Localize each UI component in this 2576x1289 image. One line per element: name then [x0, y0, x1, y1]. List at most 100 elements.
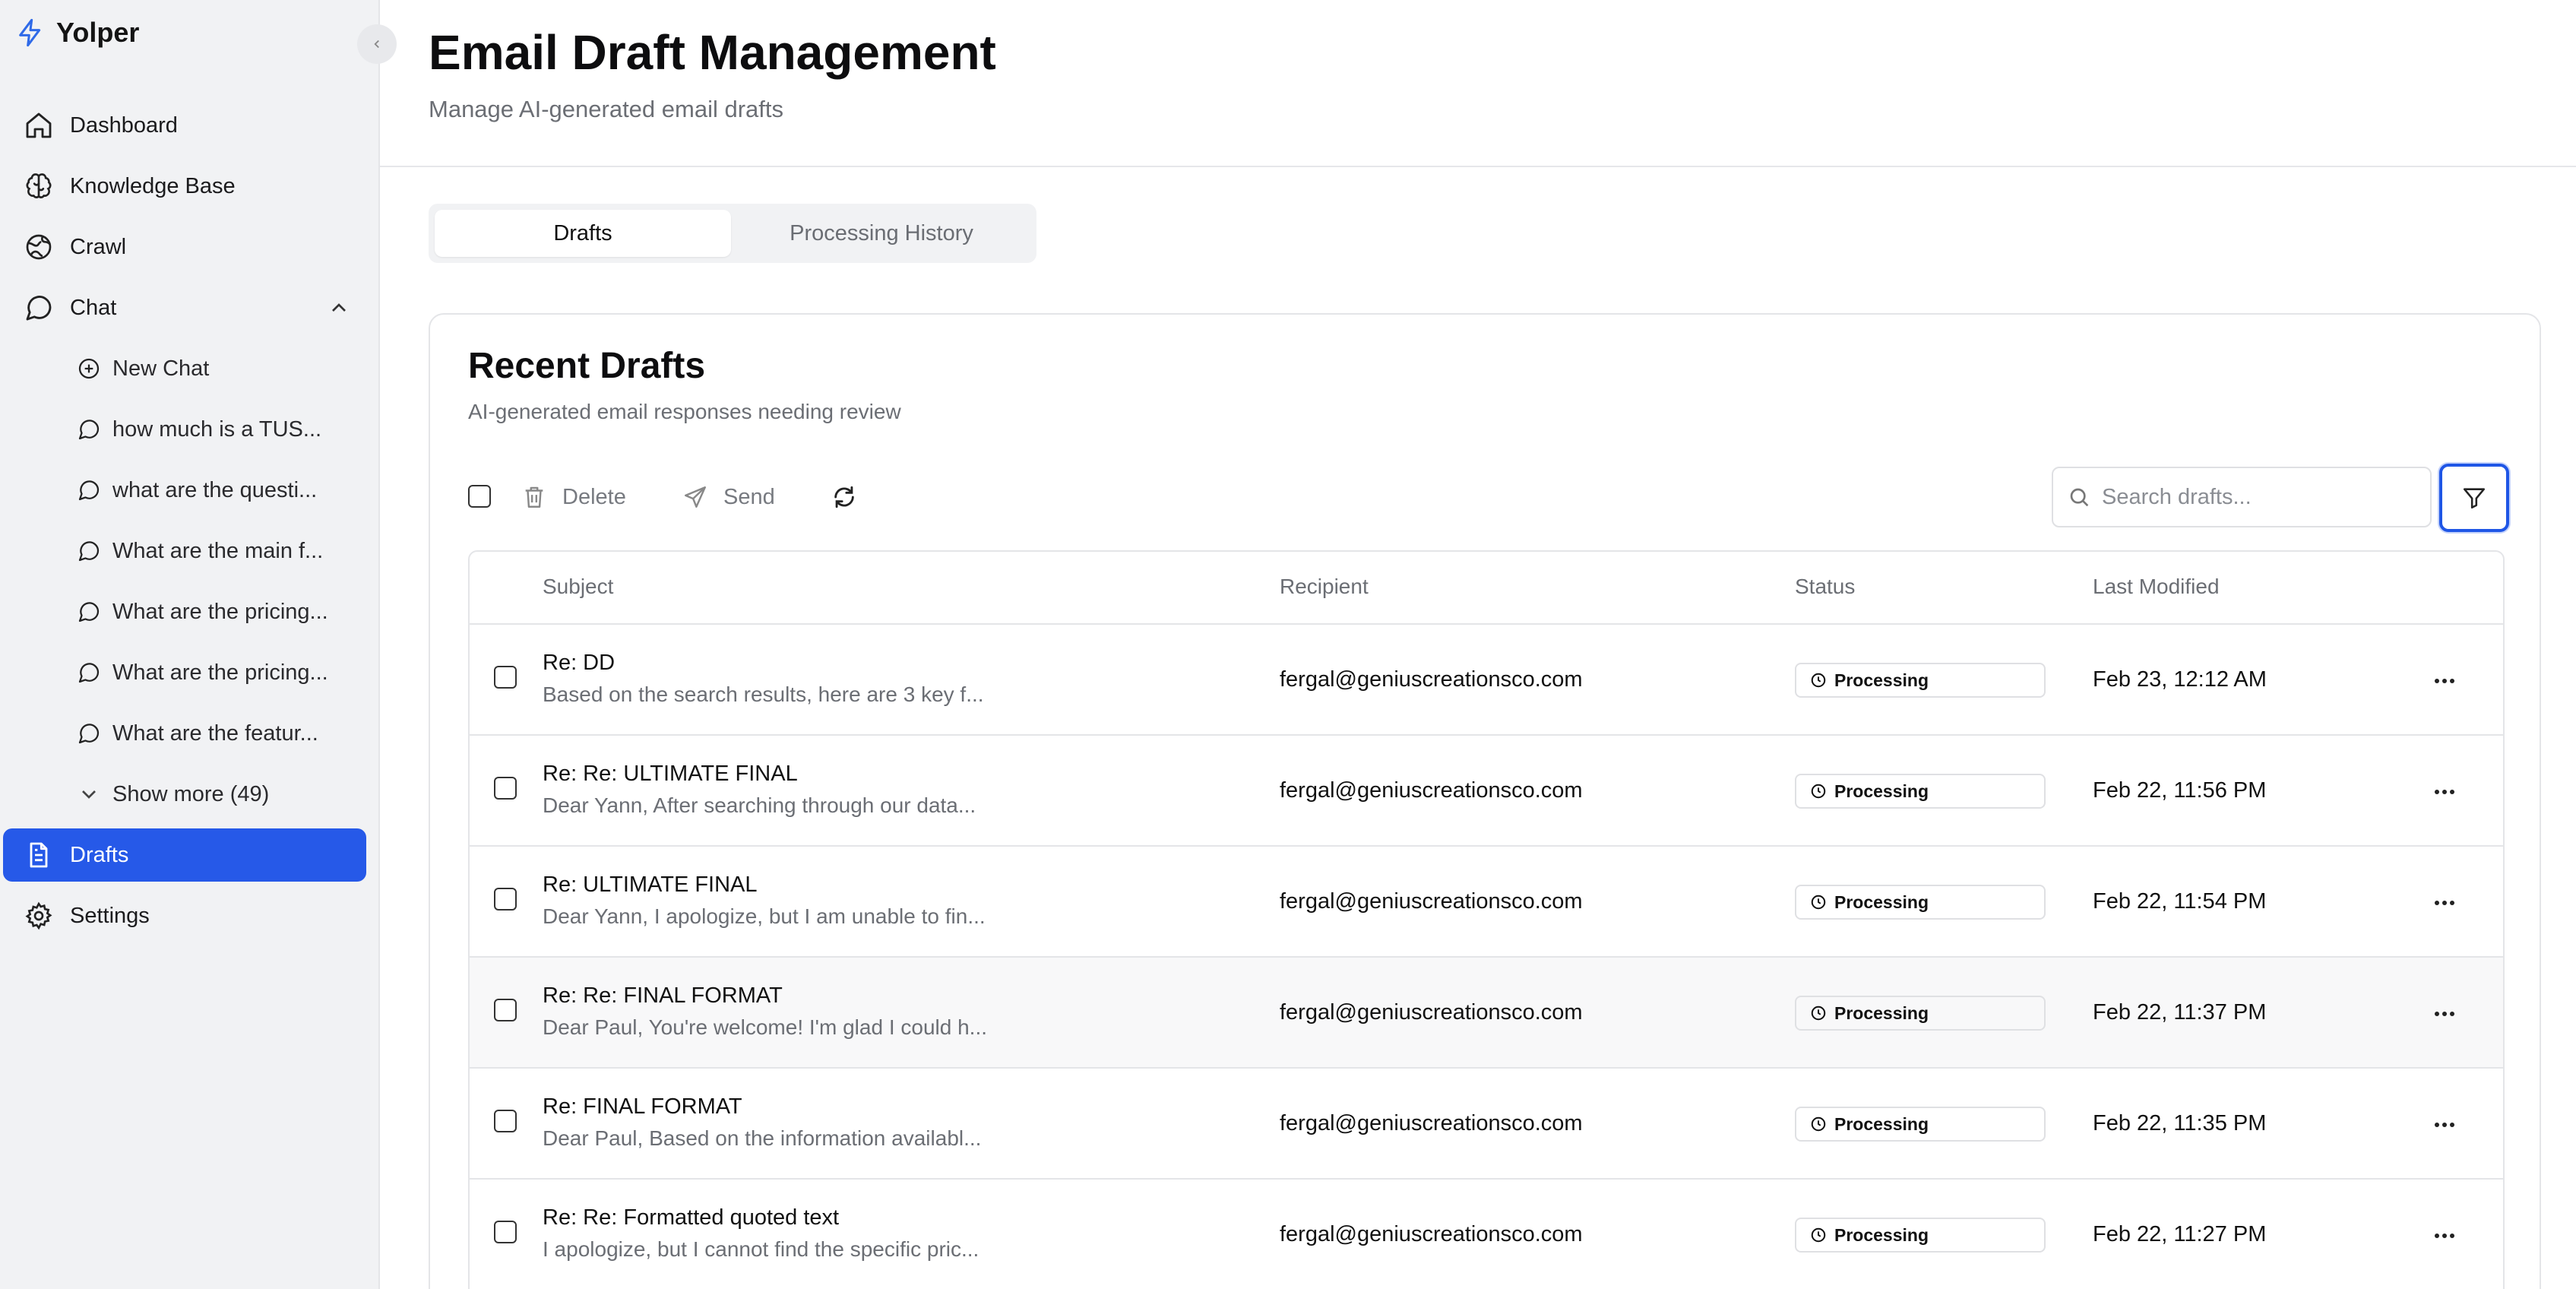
table-row[interactable]: Re: ULTIMATE FINAL Dear Yann, I apologiz… — [470, 847, 2503, 958]
lightning-icon — [19, 18, 41, 47]
sidebar-item-label: Chat — [70, 295, 117, 320]
clock-icon — [1811, 1006, 1826, 1021]
main-content: Email Draft Management Manage AI-generat… — [380, 0, 2576, 1289]
row-checkbox[interactable] — [494, 666, 517, 689]
delete-button[interactable]: Delete — [521, 474, 626, 520]
table-header: Subject Recipient Status Last Modified — [470, 552, 2503, 625]
file-text-icon — [23, 839, 55, 871]
row-actions-button[interactable] — [2426, 1110, 2464, 1140]
last-modified: Feb 22, 11:27 PM — [2093, 1222, 2267, 1246]
column-header-last-modified[interactable]: Last Modified — [2093, 575, 2220, 599]
brain-icon — [23, 170, 55, 202]
sidebar-item-label: Knowledge Base — [70, 173, 236, 198]
search-box — [2052, 467, 2432, 527]
chevron-down-icon — [76, 781, 102, 807]
more-horizontal-icon — [2435, 790, 2454, 794]
sidebar-item-label: Drafts — [70, 842, 129, 867]
sidebar-item-chat-history[interactable]: What are the pricing... — [3, 646, 366, 699]
sidebar-item-drafts[interactable]: Drafts — [3, 828, 366, 882]
sidebar-item-chat[interactable]: Chat — [3, 281, 366, 334]
row-actions-button[interactable] — [2426, 666, 2464, 696]
row-actions-button[interactable] — [2426, 1221, 2464, 1251]
sidebar-item-show-more[interactable]: Show more (49) — [3, 768, 366, 821]
row-checkbox[interactable] — [494, 888, 517, 911]
status-badge: Processing — [1795, 1218, 2046, 1253]
sidebar-item-label: What are the featur... — [112, 721, 318, 746]
draft-preview: Dear Yann, I apologize, but I am unable … — [543, 904, 986, 928]
status-badge: Processing — [1795, 663, 2046, 698]
row-actions-button[interactable] — [2426, 888, 2464, 918]
row-actions-button[interactable] — [2426, 999, 2464, 1029]
sidebar-item-chat-history[interactable]: What are the pricing... — [3, 585, 366, 638]
status-badge: Processing — [1795, 885, 2046, 920]
row-checkbox[interactable] — [494, 777, 517, 800]
column-header-subject[interactable]: Subject — [543, 575, 613, 599]
table-row[interactable]: Re: Re: ULTIMATE FINAL Dear Yann, After … — [470, 736, 2503, 847]
sidebar-item-crawl[interactable]: Crawl — [3, 220, 366, 274]
refresh-button[interactable] — [831, 479, 868, 515]
trash-icon — [525, 486, 543, 508]
row-checkbox[interactable] — [494, 1221, 517, 1243]
tab-processing-history[interactable]: Processing History — [733, 210, 1030, 257]
message-circle-icon — [76, 538, 102, 564]
clock-icon — [1811, 895, 1826, 910]
draft-recipient: fergal@geniuscreationsco.com — [1280, 778, 1583, 803]
row-actions-button[interactable] — [2426, 777, 2464, 807]
table-row[interactable]: Re: Re: Formatted quoted text I apologiz… — [470, 1180, 2503, 1289]
sidebar-item-label: Show more (49) — [112, 781, 270, 806]
draft-preview: Dear Paul, Based on the information avai… — [543, 1126, 982, 1150]
page-subtitle: Manage AI-generated email drafts — [429, 96, 783, 122]
sidebar-item-chat-history[interactable]: what are the questi... — [3, 464, 366, 517]
sidebar-item-chat-history[interactable]: What are the featur... — [3, 707, 366, 760]
draft-recipient: fergal@geniuscreationsco.com — [1280, 1222, 1583, 1246]
drafts-table: Subject Recipient Status Last Modified R… — [468, 550, 2505, 1289]
sidebar-item-label: What are the main f... — [112, 538, 324, 563]
message-circle-icon — [23, 292, 55, 324]
message-circle-icon — [76, 416, 102, 442]
sidebar-item-label: Dashboard — [70, 112, 178, 138]
sidebar: Yolper Dashboard Knowledge Base Crawl Ch… — [0, 0, 397, 1289]
sidebar-item-dashboard[interactable]: Dashboard — [3, 99, 366, 152]
clock-icon — [1811, 1116, 1826, 1132]
tab-list: Drafts Processing History — [429, 204, 1036, 263]
draft-subject: Re: ULTIMATE FINAL — [543, 873, 758, 897]
brand[interactable]: Yolper — [15, 17, 139, 49]
more-horizontal-icon — [2435, 1123, 2454, 1127]
draft-subject: Re: Re: FINAL FORMAT — [543, 983, 783, 1008]
last-modified: Feb 22, 11:37 PM — [2093, 1000, 2267, 1025]
search-input[interactable] — [2102, 468, 2421, 526]
row-checkbox[interactable] — [494, 999, 517, 1021]
chevron-up-icon — [332, 303, 346, 312]
column-header-recipient[interactable]: Recipient — [1280, 575, 1369, 599]
tab-drafts[interactable]: Drafts — [435, 210, 731, 257]
card-subtitle: AI-generated email responses needing rev… — [468, 400, 901, 423]
status-badge: Processing — [1795, 996, 2046, 1031]
sidebar-item-label: What are the pricing... — [112, 660, 328, 685]
more-horizontal-icon — [2435, 901, 2454, 905]
draft-subject: Re: FINAL FORMAT — [543, 1094, 742, 1119]
sidebar-item-label: New Chat — [112, 356, 210, 381]
send-button[interactable]: Send — [682, 474, 775, 520]
row-checkbox[interactable] — [494, 1110, 517, 1132]
message-circle-icon — [76, 477, 102, 503]
draft-recipient: fergal@geniuscreationsco.com — [1280, 1111, 1583, 1135]
column-header-status[interactable]: Status — [1795, 575, 1855, 599]
sidebar-item-label: What are the pricing... — [112, 599, 328, 624]
status-text: Processing — [1834, 1113, 1929, 1134]
recent-drafts-card: Recent Drafts AI-generated email respons… — [429, 313, 2541, 1289]
status-text: Processing — [1834, 892, 1929, 912]
sidebar-item-label: how much is a TUS... — [112, 416, 322, 442]
clock-icon — [1811, 673, 1826, 688]
sidebar-item-chat-history[interactable]: how much is a TUS... — [3, 403, 366, 456]
select-all-checkbox[interactable] — [468, 485, 491, 508]
draft-preview: I apologize, but I cannot find the speci… — [543, 1237, 979, 1261]
sidebar-item-knowledge-base[interactable]: Knowledge Base — [3, 160, 366, 213]
page-header: Email Draft Management Manage AI-generat… — [380, 0, 2576, 167]
table-row[interactable]: Re: FINAL FORMAT Dear Paul, Based on the… — [470, 1069, 2503, 1180]
filter-button[interactable] — [2439, 464, 2509, 532]
sidebar-item-settings[interactable]: Settings — [3, 889, 366, 942]
table-row[interactable]: Re: Re: FINAL FORMAT Dear Paul, You're w… — [470, 958, 2503, 1069]
sidebar-item-new-chat[interactable]: New Chat — [3, 342, 366, 395]
sidebar-item-chat-history[interactable]: What are the main f... — [3, 524, 366, 578]
table-row[interactable]: Re: DD Based on the search results, here… — [470, 625, 2503, 736]
